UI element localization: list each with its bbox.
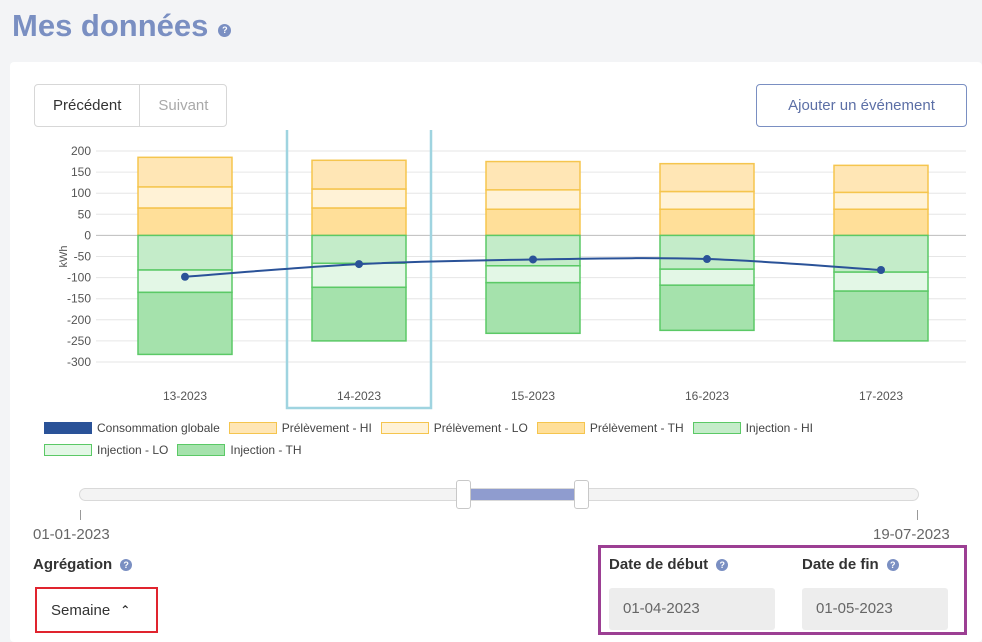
aggregation-label-text: Agrégation <box>33 556 113 573</box>
slider-max-label: 19-07-2023 <box>873 526 950 543</box>
question-circle-icon[interactable]: ? <box>218 23 232 37</box>
legend-swatch <box>44 422 92 434</box>
page-title: Mes données ? <box>12 8 232 44</box>
aggregation-label: Agrégation ? <box>33 556 133 573</box>
bar-segment <box>311 207 407 237</box>
bar-segment <box>311 188 407 209</box>
consumption-chart: 200 150 100 50 0 -50 -100 -150 -200 -250 -300 kWh 13… <box>58 130 966 410</box>
bar-segment <box>659 208 755 237</box>
bar-segment <box>137 186 233 209</box>
x-tick-label: 14-2023 <box>337 389 381 403</box>
legend-swatch <box>380 422 429 434</box>
x-tick-label: 15-2023 <box>511 389 555 403</box>
y-tick-label: -200 <box>67 313 91 327</box>
slider-start-handle[interactable] <box>456 480 471 509</box>
bar-segment <box>833 191 929 210</box>
bar-segment <box>137 156 233 188</box>
legend-swatch <box>44 444 92 456</box>
bar-segment <box>659 268 755 286</box>
question-circle-icon[interactable]: ? <box>120 558 133 571</box>
end-date-input[interactable]: 01-05-2023 <box>802 588 948 630</box>
legend-label: Prélèvement - TH <box>589 421 684 435</box>
legend-label: Prélèvement - HI <box>281 421 372 435</box>
y-tick-label: 0 <box>84 228 91 242</box>
x-tick-label: 16-2023 <box>685 389 729 403</box>
legend-label: Injection - TH <box>230 443 302 457</box>
chevron-up-icon: ⌃ <box>120 603 131 617</box>
legend-label: Consommation globale <box>97 421 220 435</box>
bar-segment <box>659 234 755 270</box>
legend-label: Injection - LO <box>97 443 169 457</box>
next-button[interactable]: Suivant <box>140 85 226 126</box>
y-tick-label: -300 <box>67 355 91 369</box>
legend-swatch <box>692 422 741 434</box>
question-circle-icon[interactable]: ? <box>886 558 899 571</box>
consumption-point <box>877 266 885 275</box>
bar-segment <box>659 284 755 332</box>
end-date-label: Date de fin ? <box>802 556 899 573</box>
question-circle-icon[interactable]: ? <box>716 558 729 571</box>
y-axis-label: kWh <box>58 246 70 268</box>
bar-segment <box>137 207 233 237</box>
legend-item[interactable]: Injection - HI <box>692 420 813 436</box>
period-navigation: Précédent Suivant <box>34 84 228 127</box>
bar-segment <box>485 189 581 210</box>
previous-button[interactable]: Précédent <box>35 85 141 126</box>
legend-item[interactable]: Injection - TH <box>177 442 302 458</box>
bar-segment <box>137 234 233 271</box>
add-event-button[interactable]: Ajouter un événement <box>756 84 967 127</box>
y-tick-label: -100 <box>67 271 91 285</box>
legend-item[interactable]: Injection - LO <box>44 442 168 458</box>
bar-segment <box>311 234 407 265</box>
bar-segment <box>833 290 929 342</box>
bar-segment <box>833 208 929 237</box>
consumption-point <box>703 255 711 264</box>
x-tick-label: 17-2023 <box>859 389 903 403</box>
consumption-point <box>529 255 537 264</box>
y-tick-label: 150 <box>71 165 91 179</box>
legend-item[interactable]: Consommation globale <box>44 420 220 436</box>
aggregation-value: Semaine <box>51 601 111 619</box>
slider-min-label: 01-01-2023 <box>33 526 110 543</box>
aggregation-select[interactable]: Semaine ⌃ <box>35 587 158 633</box>
date-range-slider-selection[interactable] <box>470 489 574 500</box>
x-tick-label: 13-2023 <box>163 389 207 403</box>
y-tick-label: -150 <box>67 292 91 306</box>
bar-segment <box>485 281 581 335</box>
legend-item[interactable]: Prélèvement - TH <box>536 420 684 436</box>
slider-min-tick <box>80 510 81 520</box>
bar-segment <box>485 160 581 191</box>
bar-segment <box>485 208 581 237</box>
legend-item[interactable]: Prélèvement - HI <box>228 420 372 436</box>
y-tick-label: -50 <box>74 250 92 264</box>
bar-segment <box>311 159 407 190</box>
legend-label: Prélèvement - LO <box>433 421 528 435</box>
legend-swatch <box>228 422 277 434</box>
slider-max-tick <box>917 510 918 520</box>
consumption-point <box>181 272 189 281</box>
y-tick-label: -250 <box>67 334 91 348</box>
legend-swatch <box>536 422 585 434</box>
legend-item[interactable]: Prélèvement - LO <box>380 420 528 436</box>
bar-segment <box>311 286 407 342</box>
start-date-label-text: Date de début <box>609 556 709 573</box>
start-date-input[interactable]: 01-04-2023 <box>609 588 775 630</box>
y-tick-label: 100 <box>71 186 91 200</box>
slider-end-handle[interactable] <box>574 480 589 509</box>
bar-segment <box>485 265 581 284</box>
consumption-point <box>355 260 363 269</box>
end-date-label-text: Date de fin <box>802 556 879 573</box>
y-tick-label: 200 <box>71 144 91 158</box>
page-title-text: Mes données <box>12 8 209 43</box>
bar-segment <box>833 271 929 292</box>
bar-segment <box>659 162 755 193</box>
chart-legend: Consommation globale Prélèvement - HI Prél… <box>44 420 924 458</box>
bar-segment <box>833 164 929 194</box>
bar-segment <box>659 190 755 210</box>
bar-segment <box>137 291 233 356</box>
y-tick-label: 50 <box>78 207 92 221</box>
legend-swatch <box>177 444 226 456</box>
start-date-label: Date de début ? <box>609 556 729 573</box>
legend-label: Injection - HI <box>745 421 813 435</box>
